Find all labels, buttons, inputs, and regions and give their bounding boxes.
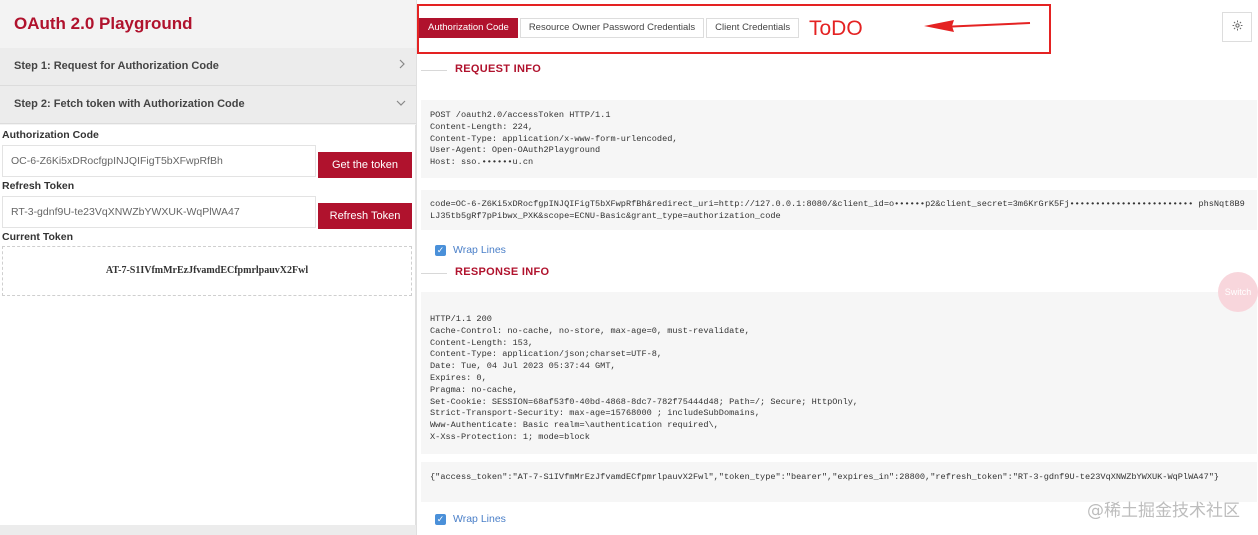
response-headers: HTTP/1.1 200 Cache-Control: no-cache, no…: [421, 292, 1257, 454]
step-1-header[interactable]: Step 1: Request for Authorization Code: [0, 48, 416, 86]
request-body: code=OC-6-Z6Ki5xDRocfgpINJQIFigT5bXFwpRf…: [421, 190, 1257, 230]
response-info-heading: RESPONSE INFO: [455, 266, 550, 278]
settings-button[interactable]: [1222, 12, 1252, 42]
divider: [421, 70, 447, 71]
check-icon[interactable]: ✓: [435, 514, 446, 525]
right-panel: Authorization Code Resource Owner Passwo…: [416, 0, 1258, 535]
chevron-down-icon: [396, 96, 406, 110]
annotation-arrow-icon: [920, 13, 1032, 42]
request-info-heading: REQUEST INFO: [455, 63, 542, 75]
chevron-right-icon: [398, 58, 406, 72]
refresh-token-label: Refresh Token: [2, 180, 75, 192]
step-2-label: Step 2: Fetch token with Authorization C…: [14, 98, 245, 110]
authorization-code-label: Authorization Code: [2, 129, 99, 141]
get-token-button[interactable]: Get the token: [318, 152, 412, 178]
current-token-label: Current Token: [2, 231, 73, 243]
step-2-header[interactable]: Step 2: Fetch token with Authorization C…: [0, 86, 416, 124]
authorization-code-input[interactable]: OC-6-Z6Ki5xDRocfgpINJQIFigT5bXFwpRfBh: [2, 145, 316, 177]
annotation-text: ToDO: [809, 17, 863, 40]
response-info-heading-row: RESPONSE INFO: [421, 266, 561, 280]
gear-icon: [1232, 20, 1243, 34]
refresh-token-input[interactable]: RT-3-gdnf9U-te23VqXNWZbYWXUK-WqPlWA47: [2, 196, 316, 228]
check-icon[interactable]: ✓: [435, 245, 446, 256]
refresh-token-button[interactable]: Refresh Token: [318, 203, 412, 229]
left-panel-footer: [0, 525, 416, 535]
tab-resource-owner-password-credentials[interactable]: Resource Owner Password Credentials: [519, 18, 705, 38]
app-title: OAuth 2.0 Playground: [14, 14, 193, 33]
request-wrap-lines-label: Wrap Lines: [453, 244, 506, 256]
request-headers: POST /oauth2.0/accessToken HTTP/1.1 Cont…: [421, 100, 1257, 178]
tab-authorization-code[interactable]: Authorization Code: [419, 18, 518, 38]
request-info-heading-row: REQUEST INFO: [421, 63, 561, 77]
tab-client-credentials[interactable]: Client Credentials: [706, 18, 800, 38]
grant-type-tabs: Authorization Code Resource Owner Passwo…: [419, 18, 801, 38]
step-1-label: Step 1: Request for Authorization Code: [14, 60, 219, 72]
step-2-body: Authorization Code OC-6-Z6Ki5xDRocfgpINJ…: [0, 125, 416, 535]
divider: [421, 273, 447, 274]
current-token-value: AT-7-S1IVfmMrEzJfvamdECfpmrlpauvX2Fwl: [2, 246, 412, 296]
watermark-text: @稀土掘金技术社区: [1087, 501, 1240, 521]
response-wrap-lines-label: Wrap Lines: [453, 513, 506, 525]
left-panel: OAuth 2.0 Playground Step 1: Request for…: [0, 0, 416, 535]
switch-button[interactable]: Switch: [1218, 272, 1258, 312]
